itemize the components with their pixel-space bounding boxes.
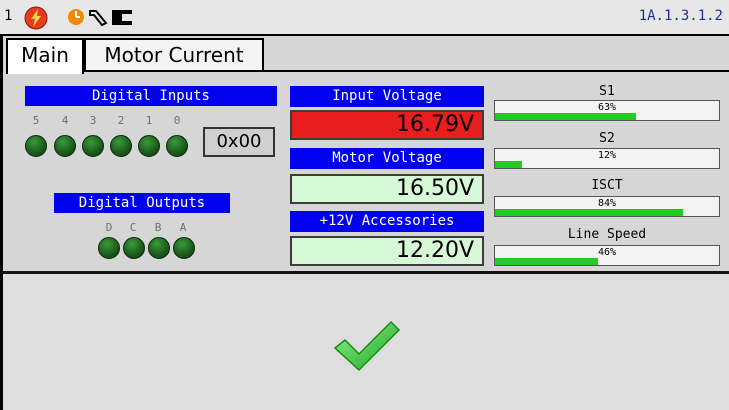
status-icons xyxy=(68,9,132,27)
accessories-voltage-header: +12V Accessories xyxy=(290,211,484,232)
tab-bar: Main Motor Current xyxy=(0,36,729,74)
s1-bar: 63% xyxy=(494,100,720,121)
output-bit-label-d: D xyxy=(105,221,113,234)
output-bit-label-a: A xyxy=(179,221,187,234)
s2-bar-text: 12% xyxy=(597,150,617,161)
checkmark-icon xyxy=(333,320,401,372)
tab-motor-current[interactable]: Motor Current xyxy=(84,38,264,72)
isct-bar: 84% xyxy=(494,196,720,217)
input-voltage-header: Input Voltage xyxy=(290,86,484,107)
output-led-a xyxy=(173,237,195,259)
screen-number: 1 xyxy=(4,8,13,24)
line-speed-bar-text: 46% xyxy=(597,247,617,258)
motor-voltage-value: 16.50V xyxy=(290,174,484,204)
digital-outputs-header: Digital Outputs xyxy=(54,193,230,213)
s1-bar-text: 63% xyxy=(597,102,617,113)
digital-inputs-hex-value: 0x00 xyxy=(203,127,275,157)
motor-voltage-header: Motor Voltage xyxy=(290,148,484,169)
input-bit-label-4: 4 xyxy=(61,114,69,127)
input-bit-label-5: 5 xyxy=(32,114,40,127)
digital-inputs-header: Digital Inputs xyxy=(25,86,277,106)
wrench-icon xyxy=(89,10,108,27)
line-speed-label: Line Speed xyxy=(567,227,647,242)
input-led-1 xyxy=(138,135,160,157)
s2-bar-fill xyxy=(495,161,522,168)
clock-icon xyxy=(68,9,84,25)
s1-label: S1 xyxy=(599,84,615,99)
line-speed-bar-fill xyxy=(495,258,599,265)
input-bit-label-3: 3 xyxy=(89,114,97,127)
input-led-0 xyxy=(166,135,188,157)
isct-bar-fill xyxy=(495,209,684,216)
accessories-voltage-value: 12.20V xyxy=(290,236,484,266)
input-voltage-value: 16.79V xyxy=(290,110,484,140)
output-led-d xyxy=(98,237,120,259)
output-led-b xyxy=(148,237,170,259)
input-led-3 xyxy=(82,135,104,157)
device-address: 1A.1.3.1.2 xyxy=(638,8,723,24)
plug-icon xyxy=(112,10,132,25)
isct-bar-text: 84% xyxy=(597,198,617,209)
input-bit-label-2: 2 xyxy=(117,114,125,127)
alert-lightning-icon[interactable] xyxy=(23,5,49,31)
s2-label: S2 xyxy=(599,131,615,146)
isct-label: ISCT xyxy=(591,178,623,193)
output-bit-label-c: C xyxy=(129,221,137,234)
tab-divider-line xyxy=(264,70,729,72)
hmi-screen: 1 1A.1.3.1.2 Main Motor Current Digital … xyxy=(0,0,729,410)
input-led-5 xyxy=(25,135,47,157)
input-led-4 xyxy=(54,135,76,157)
input-led-2 xyxy=(110,135,132,157)
input-bit-label-0: 0 xyxy=(173,114,181,127)
line-speed-bar: 46% xyxy=(494,245,720,266)
input-bit-label-1: 1 xyxy=(145,114,153,127)
output-led-c xyxy=(123,237,145,259)
s2-bar: 12% xyxy=(494,148,720,169)
output-bit-label-b: B xyxy=(154,221,162,234)
s1-bar-fill xyxy=(495,113,637,120)
header-bar: 1 1A.1.3.1.2 xyxy=(0,0,729,36)
tab-main[interactable]: Main xyxy=(6,38,84,74)
